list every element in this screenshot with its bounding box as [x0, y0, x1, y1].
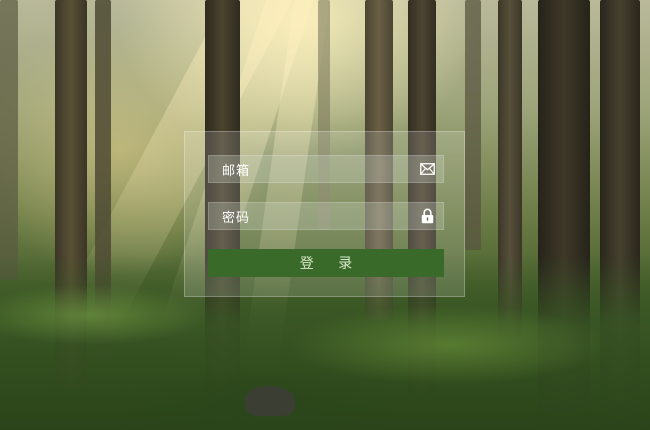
login-panel: 邮箱 密码 登 录: [184, 131, 465, 297]
password-field[interactable]: 密码: [208, 202, 444, 230]
login-button[interactable]: 登 录: [208, 249, 444, 277]
rock: [245, 386, 295, 416]
email-field[interactable]: 邮箱: [208, 155, 444, 183]
tree-trunk: [0, 0, 18, 280]
password-placeholder: 密码: [222, 210, 251, 226]
tree-trunk: [465, 0, 481, 250]
email-placeholder: 邮箱: [222, 163, 251, 179]
mail-icon: [419, 161, 435, 177]
lock-icon: [419, 208, 435, 224]
